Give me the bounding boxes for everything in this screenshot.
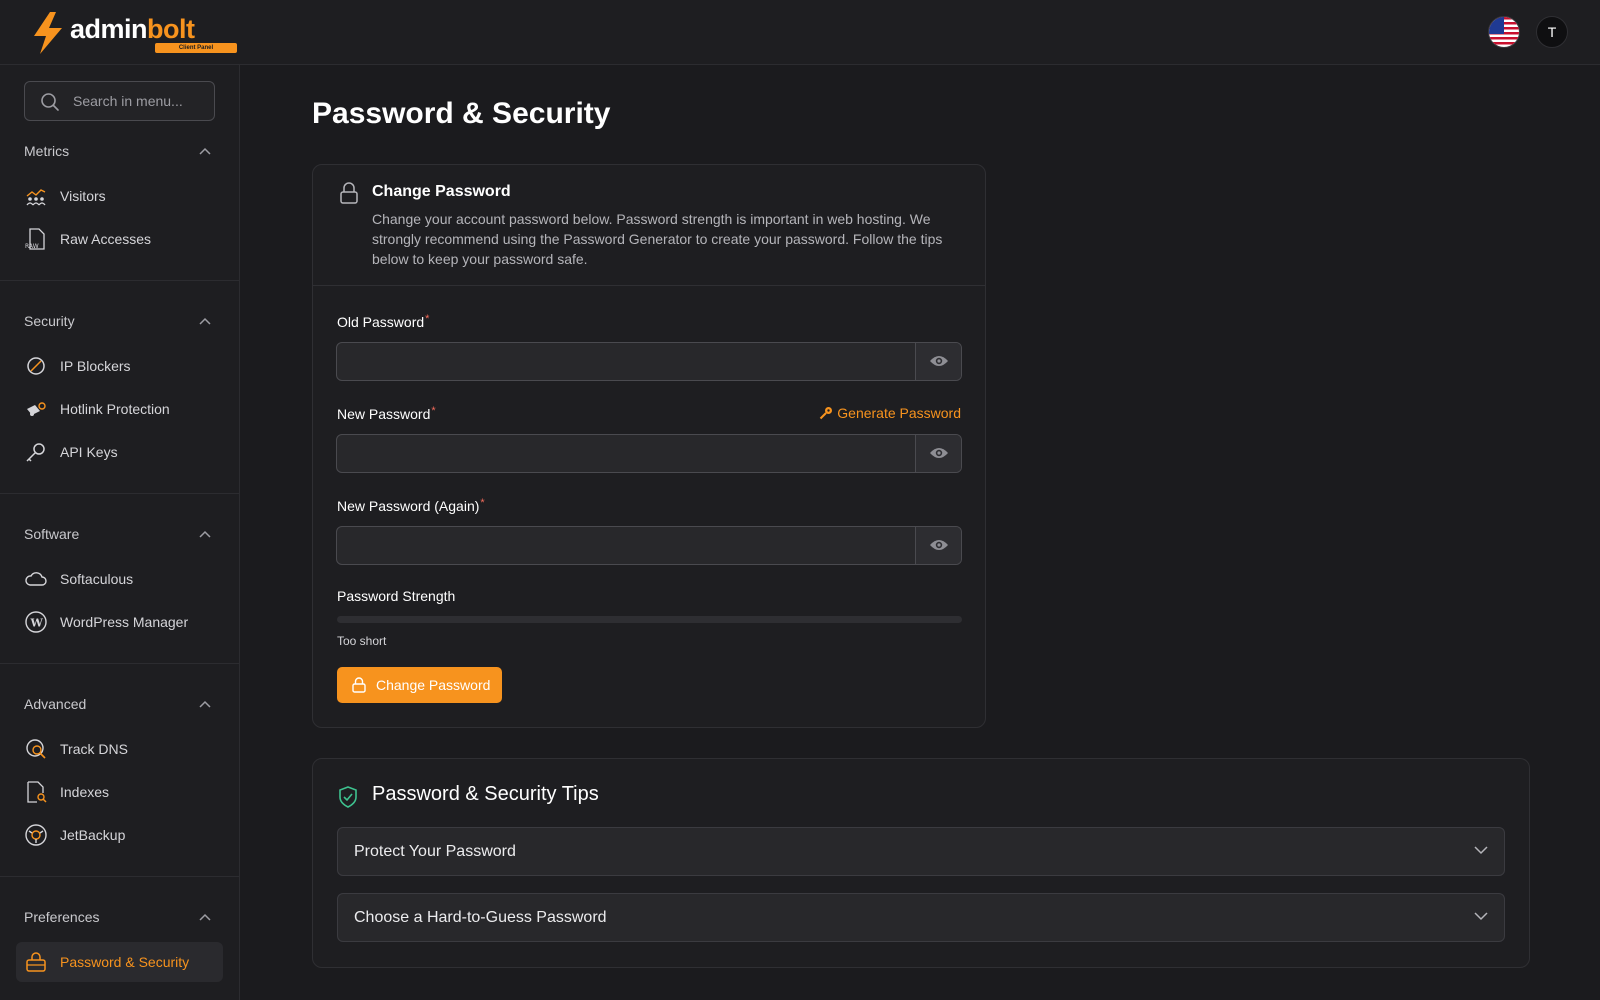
sidebar-item-label: JetBackup [60, 827, 126, 843]
sidebar-item-wordpress-manager[interactable]: W WordPress Manager [16, 602, 223, 642]
security-tips-card: Password & Security Tips Protect Your Pa… [312, 758, 1530, 968]
chevron-up-icon [199, 147, 211, 155]
sidebar-item-label: Visitors [60, 188, 106, 204]
sidebar-item-jetbackup[interactable]: JetBackup [16, 815, 223, 855]
sidebar-item-ip-blockers[interactable]: IP Blockers [16, 346, 223, 386]
menu-search-input[interactable] [73, 82, 208, 120]
new-password-again-input[interactable] [337, 527, 915, 564]
sidebar-item-track-dns[interactable]: Track DNS [16, 729, 223, 769]
sidebar-item-softaculous[interactable]: Softaculous [16, 559, 223, 599]
toggle-visibility-button[interactable] [915, 435, 961, 472]
wordpress-icon: W [25, 611, 47, 633]
eye-icon [930, 356, 948, 366]
password-strength-bar [337, 616, 962, 623]
menu-search[interactable] [24, 81, 215, 121]
sidebar-item-raw-accesses[interactable]: RAW Raw Accesses [16, 219, 223, 259]
brand-name: adminbolt [70, 14, 195, 44]
sidebar-item-label: WordPress Manager [60, 614, 189, 630]
chevron-up-icon [199, 530, 211, 538]
key-icon [26, 443, 45, 462]
sidebar-item-label: Hotlink Protection [60, 401, 170, 417]
sidebar-divider [0, 876, 240, 877]
accordion-label: Protect Your Password [354, 843, 516, 860]
key-icon [820, 407, 833, 420]
top-bar: adminbolt Client Panel T [0, 0, 1600, 65]
chart-people-icon [26, 189, 46, 206]
file-search-icon [27, 781, 47, 803]
new-password-field [336, 434, 962, 473]
svg-text:W: W [30, 617, 44, 630]
password-strength-text: Too short [337, 634, 387, 648]
brand-badge: Client Panel [155, 43, 237, 53]
bolt-icon [34, 12, 62, 54]
group-title-metrics[interactable]: Metrics [24, 139, 215, 163]
chevron-down-icon [1474, 846, 1488, 855]
old-password-field [336, 342, 962, 381]
card-header: Change Password Change your account pass… [313, 165, 985, 286]
toggle-visibility-button[interactable] [915, 343, 961, 380]
sidebar-item-label: API Keys [60, 444, 118, 460]
block-icon [27, 357, 45, 375]
eye-icon [930, 448, 948, 458]
search-icon [41, 93, 59, 111]
chevron-up-icon [199, 317, 211, 325]
change-password-card: Change Password Change your account pass… [312, 164, 986, 728]
sidebar-item-label: Password & Security [60, 954, 190, 970]
tips-title: Password & Security Tips [372, 783, 599, 805]
language-flag-icon[interactable] [1488, 16, 1520, 48]
accordion-protect-password[interactable]: Protect Your Password [337, 827, 1505, 876]
shield-check-icon [339, 786, 357, 808]
card-description: Change your account password below. Pass… [372, 211, 943, 267]
group-title-security[interactable]: Security [24, 309, 215, 333]
sidebar-item-label: Indexes [60, 784, 110, 800]
new-password-input[interactable] [337, 435, 915, 472]
sidebar-item-password-security[interactable]: Password & Security [16, 942, 223, 982]
eye-icon [930, 540, 948, 550]
sidebar-divider [0, 280, 240, 281]
sidebar-item-label: Raw Accesses [60, 231, 152, 247]
new-password-again-field [336, 526, 962, 565]
lock-icon [352, 677, 366, 693]
raw-file-icon: RAW [25, 228, 45, 250]
chevron-up-icon [199, 700, 211, 708]
chevron-up-icon [199, 913, 211, 921]
group-title-advanced[interactable]: Advanced [24, 692, 215, 716]
sidebar-item-label: Track DNS [60, 741, 128, 757]
backup-icon [25, 824, 47, 846]
sidebar: Metrics Visitors RAW Raw Accesses Securi… [0, 65, 240, 1000]
sidebar-item-indexes[interactable]: Indexes [16, 772, 223, 812]
lock-box-icon [26, 952, 46, 972]
chevron-down-icon [1474, 912, 1488, 921]
sidebar-item-label: Softaculous [60, 571, 134, 587]
generate-password-link[interactable]: Generate Password [819, 405, 961, 421]
password-strength-label: Password Strength [337, 588, 456, 604]
brand-logo[interactable]: adminbolt Client Panel [30, 12, 237, 56]
user-avatar[interactable]: T [1536, 16, 1568, 48]
hotlink-icon [27, 402, 46, 416]
dns-search-icon [26, 739, 46, 759]
svg-text:RAW: RAW [25, 243, 39, 250]
sidebar-item-label: IP Blockers [60, 358, 131, 374]
sidebar-item-api-keys[interactable]: API Keys [16, 432, 223, 472]
old-password-label: Old Password* [337, 313, 430, 330]
sidebar-item-visitors[interactable]: Visitors [16, 176, 223, 216]
sidebar-divider [0, 663, 240, 664]
lock-icon [340, 182, 358, 204]
cloud-icon [25, 572, 47, 586]
accordion-hard-to-guess[interactable]: Choose a Hard-to-Guess Password [337, 893, 1505, 942]
card-title: Change Password [372, 183, 511, 200]
new-password-label: New Password* [337, 405, 436, 422]
page-title: Password & Security [312, 97, 611, 130]
new-password-again-label: New Password (Again)* [337, 497, 485, 514]
group-title-software[interactable]: Software [24, 522, 215, 546]
sidebar-item-hotlink-protection[interactable]: Hotlink Protection [16, 389, 223, 429]
accordion-label: Choose a Hard-to-Guess Password [354, 909, 607, 926]
toggle-visibility-button[interactable] [915, 527, 961, 564]
group-title-preferences[interactable]: Preferences [24, 905, 215, 929]
sidebar-divider [0, 493, 240, 494]
old-password-input[interactable] [337, 343, 915, 380]
change-password-button[interactable]: Change Password [337, 667, 502, 703]
